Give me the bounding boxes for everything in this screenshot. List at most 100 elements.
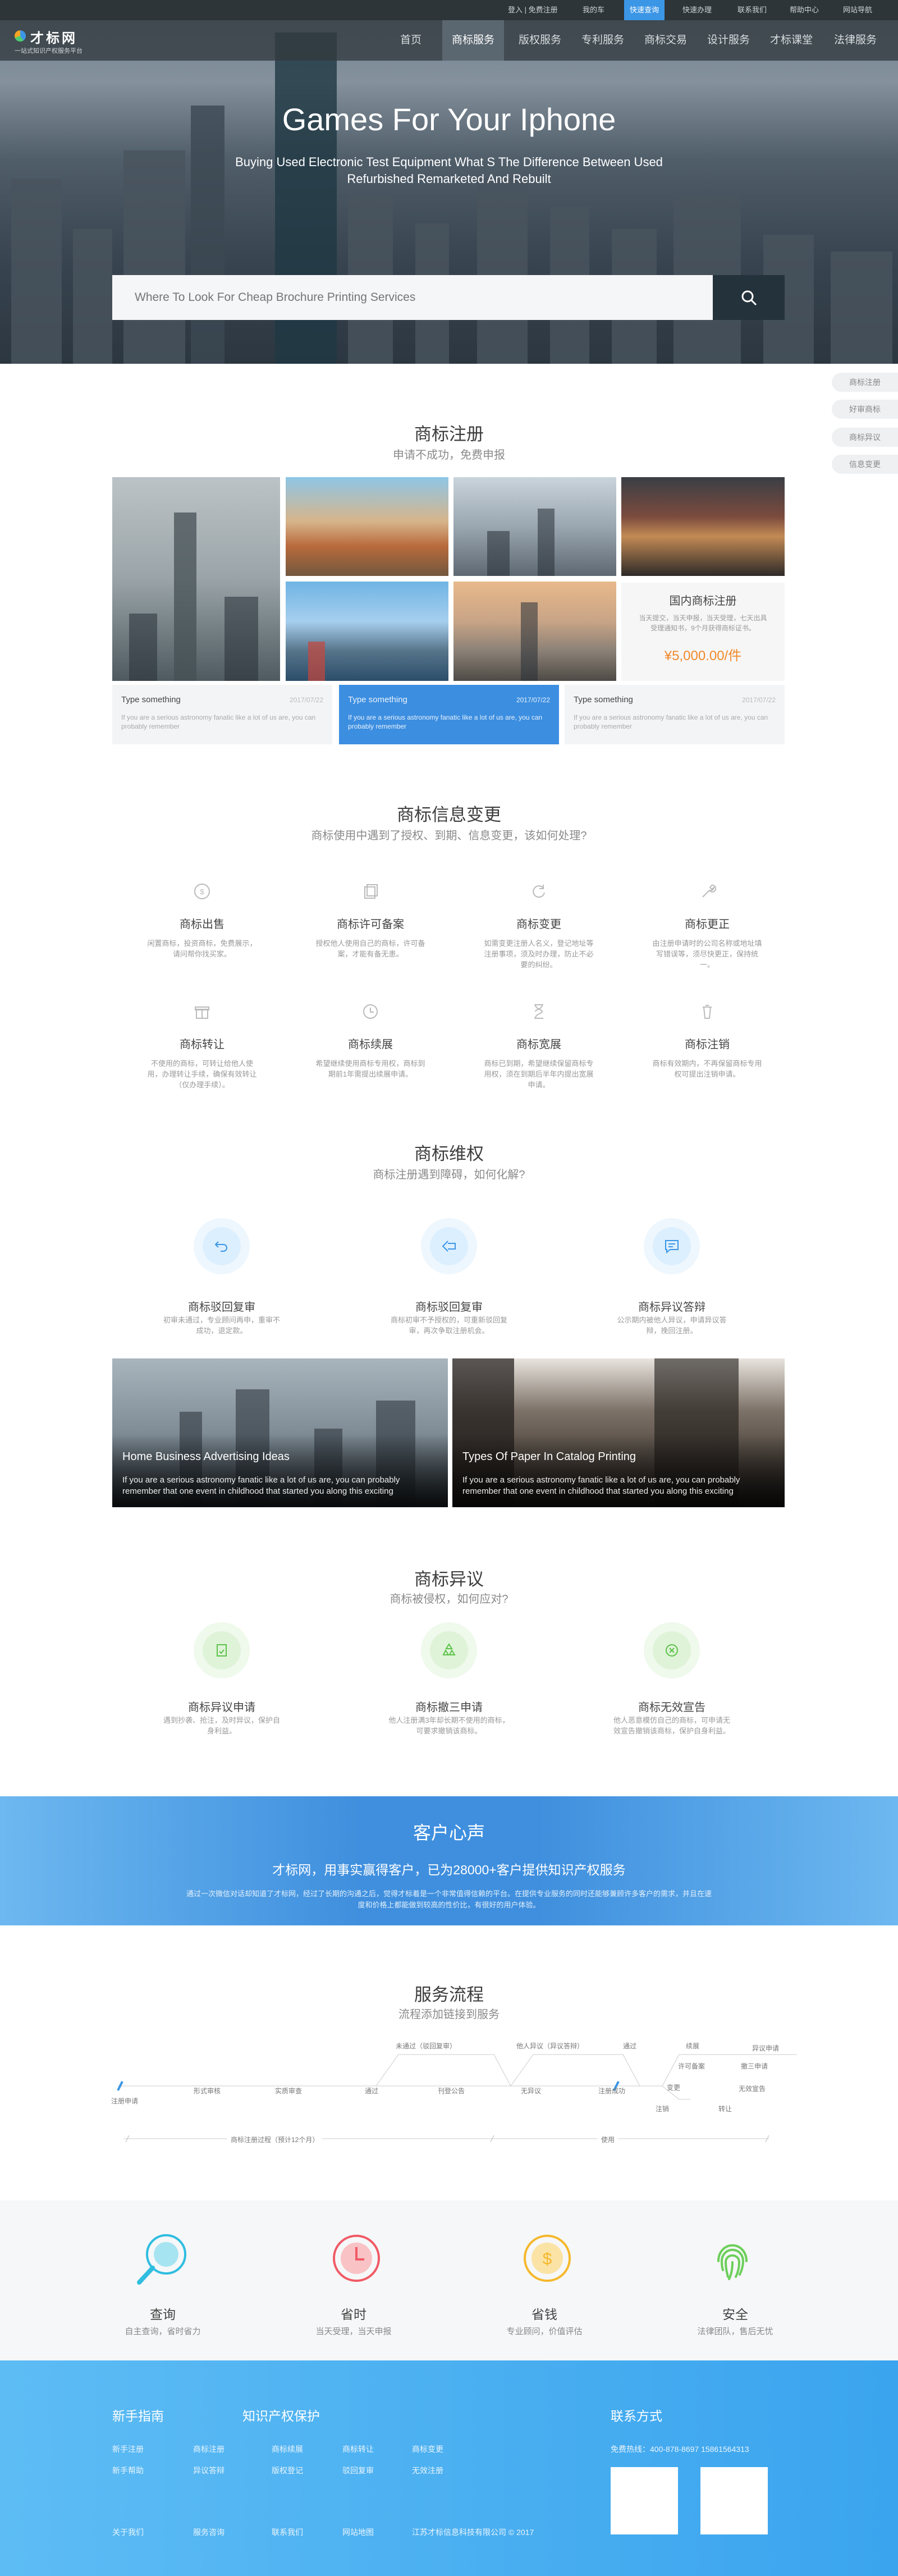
site-logo[interactable]: 才标网 一站式知识产权服务平台 [15,27,104,55]
photo-skyline[interactable] [453,477,616,576]
value-desc: 自主查询，省时省力 [125,2327,201,2336]
value-title: 省时 [341,2307,366,2322]
photo-old-town[interactable] [286,477,448,576]
copy-icon [364,884,378,899]
alarm-clock-icon [333,2235,380,2282]
article-card[interactable]: Types Of Paper In Catalog Printing If yo… [452,1358,785,1507]
news-desc: If you are a serious astronomy fanatic l… [348,713,543,730]
news-title: Type something [574,695,633,704]
refresh-icon [533,885,545,898]
footer-link[interactable]: 商标续展 [272,2444,303,2455]
product-price: ¥5,000.00/件 [664,648,742,664]
hero-subtitle: Buying Used Electronic Test Equipment Wh… [235,155,663,186]
photo-tower[interactable] [112,477,280,681]
side-tab-register[interactable]: 商标注册 [832,373,898,392]
rights-defense-icon-circle [644,1218,700,1274]
search-button[interactable] [713,275,785,320]
news-card[interactable]: Type something 2017/07/22 If you are a s… [112,685,332,744]
nav-trademark-trade[interactable]: 商标交易 [635,20,696,61]
footer-link[interactable]: 商标变更 [412,2444,443,2455]
service-item-change[interactable]: 商标变更 如需变更注册人名义，登记地址等注册事项，须及时办理，防止不必要的纠纷。 [471,880,606,970]
footer-bottom-link[interactable]: 关于我们 [112,2527,144,2538]
footer-link[interactable]: 驳回复审 [342,2465,374,2476]
nav-design-service[interactable]: 设计服务 [698,20,759,61]
objection-title: 商标异议 [414,1570,484,1589]
process-subtitle: 流程添加链接到服务 [398,2008,500,2021]
customer-voice-banner: 客户心声 才标网，用事实赢得客户，已为28000+客户提供知识产权服务 通过一次… [0,1796,898,1925]
arrow-left-icon [442,1241,456,1252]
service-desc: 希望继续使用商标专用权，商标到期前1年需提出续展申请。 [315,1059,425,1078]
search-input[interactable] [112,275,713,320]
quick-query-link[interactable]: 快速查询 [624,0,665,20]
news-card[interactable]: Type something 2017/07/22 If you are a s… [565,685,785,744]
value-title: 查询 [150,2307,176,2322]
article-desc: If you are a serious astronomy fanatic l… [462,1475,740,1496]
service-item-cancel[interactable]: 商标注销 商标有效期内，不再保留商标专用权可提出注销申请。 [640,1000,775,1079]
rights-title: 商标维权 [414,1144,484,1164]
footer-link[interactable]: 无效注册 [412,2465,443,2476]
top-utility-bar: 登入 | 免费注册 我的车 快速查询 快速办理 联系我们 帮助中心 网站导航 [0,0,898,20]
service-item-sale[interactable]: $ 商标出售 闲置商标，投资商标，免费展示，请问帮你找买家。 [135,880,269,959]
objection-item-desc: 他人注册满3年却长期不使用的商标，可要求撤销该商标。 [388,1716,510,1735]
contact-us-link[interactable]: 联系我们 [737,0,767,20]
service-item-correct[interactable]: 商标更正 由注册申请时的公司名称或地址填写错误等，须尽快更正，保持统一。 [640,880,775,970]
change-subtitle: 商标使用中遇到了授权、到期、信息变更，该如何处理? [311,830,587,842]
article-card[interactable]: Home Business Advertising Ideas If you a… [112,1358,448,1507]
service-desc: 授权他人使用自己的商标，许可备案，才能有备无患。 [315,939,425,958]
photo-sunset-city[interactable] [453,582,616,681]
nav-legal-service[interactable]: 法律服务 [825,20,886,61]
process-step: 许可备案 [678,2062,705,2070]
service-desc: 闲置商标，投资商标，免费展示，请问帮你找买家。 [147,939,257,958]
service-item-license[interactable]: 商标许可备案 授权他人使用自己的商标，许可备案，才能有备无患。 [303,880,438,959]
photo-night-street[interactable] [621,477,785,576]
product-card[interactable]: 国内商标注册 当天提交，当天申报，当天受理，七天出具受理通知书，9个月获得商标证… [621,583,785,681]
rights-reject2-icon-circle [421,1218,477,1274]
service-item-extension[interactable]: 商标宽展 商标已到期，希望继续保留商标专用权，须在到期后半年内提出宽展申请。 [471,1000,606,1090]
footer-bottom-link[interactable]: 网站地图 [342,2527,374,2538]
rights-item-desc: 初审未通过，专业顾问再申，重审不成功，退定款。 [163,1316,280,1335]
footer-link[interactable]: 新手帮助 [112,2465,144,2476]
article-title: Home Business Advertising Ideas [122,1451,290,1463]
footer-link[interactable]: 版权登记 [272,2465,303,2476]
change-title: 商标信息变更 [397,805,501,825]
footer-link[interactable]: 商标注册 [193,2444,224,2455]
rights-item-desc: 商标初审不予授权的，可重新驳回复审，再次争取注册机会。 [390,1316,507,1335]
service-desc: 商标有效期内，不再保留商标专用权可提出注销申请。 [652,1059,762,1078]
news-date: 2017/07/22 [289,696,323,704]
nav-classroom[interactable]: 才标课堂 [761,20,822,61]
hero-title: Games For Your Iphone [282,102,616,137]
login-register-link[interactable]: 登入 | 免费注册 [508,0,558,20]
qr-code-image [700,2467,768,2534]
site-nav-link[interactable]: 网站导航 [843,0,872,20]
nav-patent-service[interactable]: 专利服务 [572,20,633,61]
footer-bottom-link[interactable]: 联系我们 [272,2527,303,2538]
my-cart-link[interactable]: 我的车 [583,0,604,20]
nav-copyright-service[interactable]: 版权服务 [510,20,570,61]
service-title: 商标变更 [516,918,561,931]
news-date: 2017/07/22 [516,696,550,704]
objection-item-title: 商标异议申请 [188,1701,255,1714]
coin-icon: $ [194,884,210,899]
news-card[interactable]: Type something 2017/07/22 If you are a s… [339,685,559,744]
nav-home[interactable]: 首页 [388,20,433,61]
service-item-transfer[interactable]: 商标转让 不使用的商标，可转让给他人使用，办理转让手续，确保有效转让（仅办理手续… [135,1000,269,1090]
clock-icon [363,1004,378,1019]
help-center-link[interactable]: 帮助中心 [790,0,819,20]
footer-phone: 免费热线：400-878-8697 15861564313 [611,2445,749,2454]
footer-link[interactable]: 商标转让 [342,2444,374,2455]
register-subtitle: 申请不成功，免费申报 [393,449,505,461]
quick-handle-link[interactable]: 快速办理 [682,0,712,20]
footer-link[interactable]: 异议答辩 [193,2465,224,2476]
footer-link[interactable]: 新手注册 [112,2444,144,2455]
objection-item-title: 商标撤三申请 [415,1701,483,1714]
news-date: 2017/07/22 [741,696,776,704]
process-step: 通过 [365,2087,379,2095]
nav-trademark-service[interactable]: 商标服务 [442,20,504,61]
side-tab-good-trademark[interactable]: 好审商标 [832,400,898,419]
service-title: 商标出售 [180,918,224,931]
service-item-renewal[interactable]: 商标续展 希望继续使用商标专用权，商标到期前1年需提出续展申请。 [303,1000,438,1079]
photo-harbor[interactable] [286,582,448,681]
process-step: 撤三申请 [741,2062,768,2070]
svg-text:$: $ [200,887,204,896]
footer-bottom-link[interactable]: 服务咨询 [193,2527,224,2538]
